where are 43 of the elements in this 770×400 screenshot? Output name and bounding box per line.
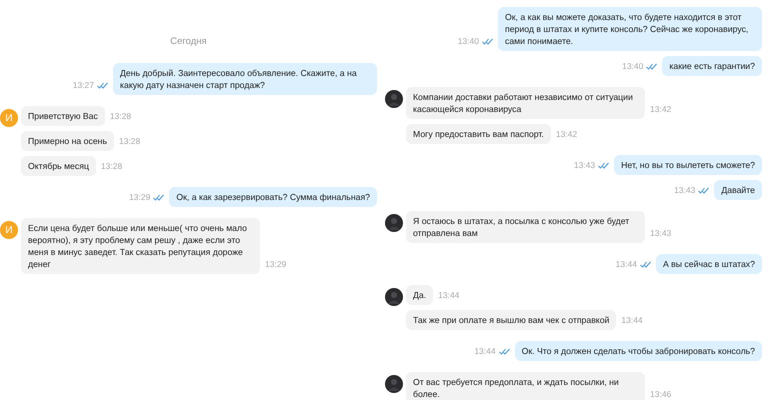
message-time: 13:44 <box>438 290 460 300</box>
message-time: 13:43 <box>574 160 596 170</box>
message-bubble: А вы сейчас в штатах? <box>656 254 762 274</box>
avatar-icon <box>385 288 403 306</box>
message-bubble: Да. <box>406 285 434 305</box>
message-bubble: Если цена будет больше или меньше( что очень мало вероятно), я эту проблему сам решу , даже если это меня в минус заведет. Так сказать репутация дороже денег <box>21 218 260 274</box>
message-bubble: какие есть гарантии? <box>662 56 762 76</box>
avatar-icon <box>385 214 403 232</box>
message-time: 13:46 <box>650 389 672 399</box>
message-time: 13:28 <box>118 136 140 146</box>
message-bubble: Компании доставки работают независимо от ситуации касающейся коронавируса <box>406 87 645 119</box>
date-label: Сегодня <box>170 36 207 47</box>
message-bubble: Я остаюсь в штатах, а посылка с консолью уже будет отправлена вам <box>406 211 645 243</box>
message-bubble: Ок, а как зарезервировать? Сумма финальная? <box>169 187 377 207</box>
message-time: 13:29 <box>265 259 286 269</box>
message-time: 13:43 <box>650 228 672 238</box>
message-bubble: День добрый. Заинтересовало объявление. Скажите, а на какую дату назначен старт продаж? <box>113 63 377 95</box>
message-bubble: Могу предоставить вам паспорт. <box>406 124 551 144</box>
message-bubble: Давайте <box>714 180 762 200</box>
avatar: И <box>0 221 18 239</box>
message-bubble: Ок, а как вы можете доказать, что будете находится в этот период в штатах и купите консоль? Сейчас же коронавирус, сами понимаете. <box>498 7 762 51</box>
message-time: 13:28 <box>110 111 132 121</box>
message-time: 13:40 <box>622 61 644 71</box>
message-bubble: Октябрь месяц <box>21 156 96 176</box>
message-time: 13:28 <box>100 161 122 171</box>
message-time: 13:40 <box>458 36 479 46</box>
avatar: И <box>0 109 18 127</box>
message-bubble: Ок. Что я должен сделать чтобы забронировать консоль? <box>514 341 762 361</box>
message-time: 13:42 <box>650 104 672 114</box>
message-bubble: Так же при оплате я вышлю вам чек с отправкой <box>406 310 616 330</box>
message-time: 13:42 <box>556 129 578 139</box>
message-time: 13:27 <box>72 80 94 90</box>
message-time: 13:44 <box>616 259 637 269</box>
message-bubble: Нет, но вы то вылететь сможете? <box>614 155 762 175</box>
message-bubble: От вас требуется предоплата, и ждать посылки, ни более. <box>406 372 645 400</box>
message-time: 13:43 <box>674 185 696 195</box>
message-time: 13:44 <box>474 346 496 356</box>
message-bubble: Приветствую Вас <box>21 106 105 126</box>
message-bubble: Примерно на осень <box>21 131 114 151</box>
avatar-icon <box>385 90 403 108</box>
message-time: 13:29 <box>129 192 150 202</box>
avatar-icon <box>385 375 403 393</box>
message-time: 13:44 <box>621 315 643 325</box>
